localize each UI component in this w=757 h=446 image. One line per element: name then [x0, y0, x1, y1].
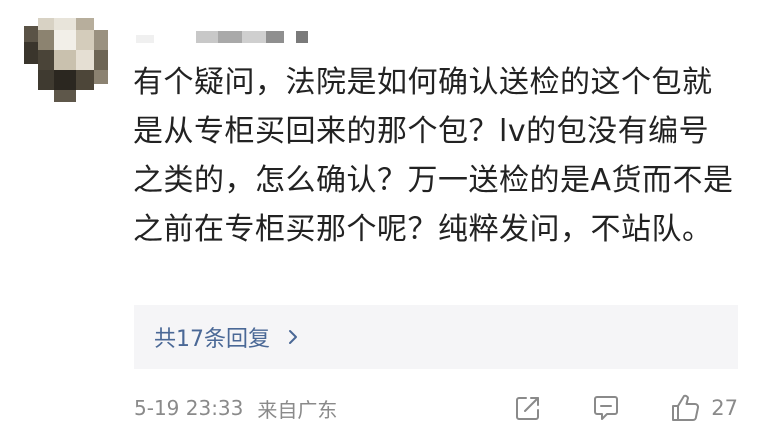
thumbs-up-icon: [669, 392, 701, 424]
comment-actions: 27: [513, 390, 738, 426]
share-icon: [513, 393, 543, 423]
author-name-blurred[interactable]: [136, 27, 316, 49]
comment-button[interactable]: [591, 393, 621, 423]
view-replies-button[interactable]: 共17条回复: [134, 305, 738, 369]
like-button[interactable]: 27: [669, 392, 738, 424]
comment-text: 有个疑问，法院是如何确认送检的这个包就是从专柜买回来的那个包？lv的包没有编号之…: [133, 65, 734, 247]
timestamp: 5-19 23:33: [134, 396, 244, 420]
pixelated-avatar-image: [24, 18, 108, 102]
avatar[interactable]: [24, 18, 114, 102]
comment-meta-row: 5-19 23:33 来自广东 27: [134, 390, 738, 426]
comment-card: 有个疑问，法院是如何确认送检的这个包就是从专柜买回来的那个包？lv的包没有编号之…: [0, 0, 757, 446]
chevron-right-icon: [284, 328, 302, 346]
replies-count-label: 共17条回复: [154, 327, 270, 352]
like-count: 27: [711, 396, 738, 420]
blurred-username-image: [136, 31, 308, 43]
comment-icon: [591, 393, 621, 423]
location-label: 来自广东: [257, 397, 338, 422]
share-button[interactable]: [513, 393, 543, 423]
